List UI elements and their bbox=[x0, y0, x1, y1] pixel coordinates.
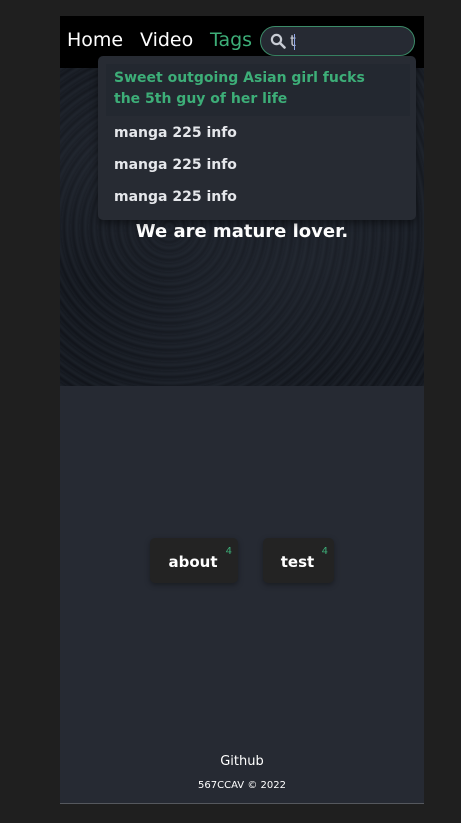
search-icon bbox=[270, 33, 286, 49]
hero-title: We are mature lover. bbox=[135, 221, 349, 242]
tag-button-test[interactable]: test 4 bbox=[263, 538, 334, 583]
text-caret bbox=[294, 34, 295, 50]
github-link[interactable]: Github bbox=[60, 754, 424, 769]
search-box[interactable] bbox=[260, 26, 415, 56]
nav-video-link[interactable]: Video bbox=[140, 29, 193, 51]
tag-count-badge: 4 bbox=[321, 546, 328, 557]
suggestion-item[interactable]: manga 225 info bbox=[98, 187, 416, 208]
suggestion-item[interactable]: manga 225 info bbox=[98, 123, 416, 144]
search-suggestions-dropdown: Sweet outgoing Asian girl fucks the 5th … bbox=[98, 56, 416, 220]
suggestion-item-active[interactable]: Sweet outgoing Asian girl fucks the 5th … bbox=[106, 64, 410, 116]
tag-button-about[interactable]: about 4 bbox=[150, 538, 238, 583]
tag-label: about bbox=[168, 553, 218, 571]
nav-home-link[interactable]: Home bbox=[67, 29, 123, 51]
app-viewport: We are mature lover. Home Video Tags Swe… bbox=[60, 16, 424, 804]
nav-tags-link[interactable]: Tags bbox=[210, 29, 252, 51]
search-input[interactable] bbox=[290, 30, 408, 52]
suggestion-item[interactable]: manga 225 info bbox=[98, 155, 416, 176]
tag-count-badge: 4 bbox=[225, 546, 232, 557]
copyright-text: 567CCAV © 2022 bbox=[198, 780, 286, 791]
